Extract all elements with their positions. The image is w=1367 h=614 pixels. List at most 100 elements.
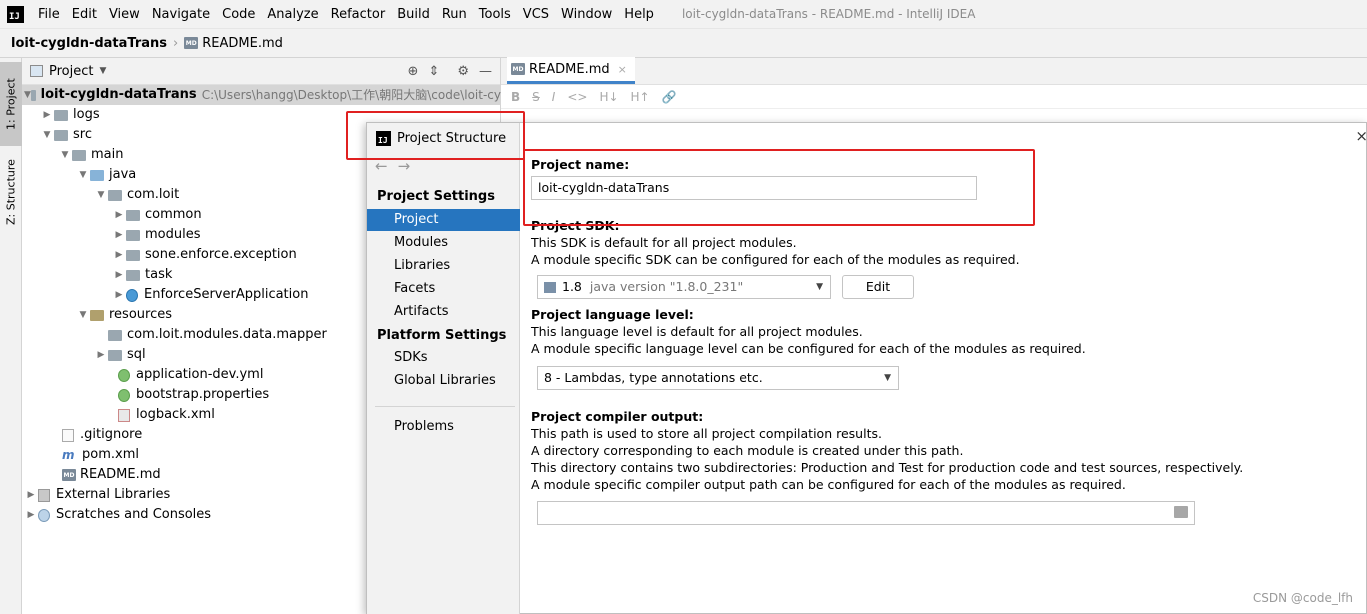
nav-item-global-libraries[interactable]: Global Libraries: [367, 370, 520, 392]
breadcrumb-project[interactable]: loit-cygldn-dataTrans: [11, 36, 167, 51]
strikethrough-icon[interactable]: S: [532, 90, 540, 104]
collapsed-arrow-icon[interactable]: ▶: [112, 205, 126, 225]
locate-icon[interactable]: ⊕: [408, 64, 419, 79]
nav-item-facets[interactable]: Facets: [367, 278, 520, 300]
tree-label: common: [145, 207, 202, 222]
nav-item-libraries[interactable]: Libraries: [367, 255, 520, 277]
expanded-arrow-icon[interactable]: ▼: [24, 85, 31, 105]
hide-panel-icon[interactable]: —: [479, 64, 492, 79]
tree-label: com.loit.modules.data.mapper: [127, 327, 327, 342]
compiler-output-field[interactable]: [537, 501, 1195, 525]
markdown-file-icon: MD: [62, 469, 76, 481]
tree-label: EnforceServerApplication: [144, 287, 309, 302]
nav-item-sdks[interactable]: SDKs: [367, 347, 520, 369]
package-icon: [126, 209, 140, 221]
project-view-icon: [30, 65, 43, 77]
dropdown-arrow-icon: ▼: [816, 282, 823, 292]
source-folder-icon: [90, 169, 104, 181]
link-icon[interactable]: 🔗: [662, 90, 677, 104]
sdk-select[interactable]: 1.8 java version "1.8.0_231" ▼: [537, 275, 831, 299]
sdk-description-1: This SDK is default for all project modu…: [531, 235, 797, 250]
collapsed-arrow-icon[interactable]: ▶: [24, 485, 38, 505]
tree-label: External Libraries: [56, 487, 171, 502]
tree-label: java: [109, 167, 137, 182]
menu-vcs[interactable]: VCS: [517, 0, 555, 29]
output-description-2: A directory corresponding to each module…: [531, 443, 964, 458]
menu-build[interactable]: Build: [391, 0, 436, 29]
tree-label: com.loit: [127, 187, 180, 202]
close-icon[interactable]: ×: [1355, 127, 1367, 145]
menu-edit[interactable]: Edit: [66, 0, 103, 29]
editor-tab-readme[interactable]: MD README.md ×: [507, 57, 635, 84]
italic-icon[interactable]: I: [552, 90, 556, 104]
nav-divider: [375, 406, 515, 407]
output-description-1: This path is used to store all project c…: [531, 426, 882, 441]
menu-file[interactable]: File: [32, 0, 66, 29]
browse-folder-icon[interactable]: [1174, 506, 1188, 518]
sdk-edit-button[interactable]: Edit: [842, 275, 914, 299]
collapsed-arrow-icon[interactable]: ▶: [40, 105, 54, 125]
header-up-icon[interactable]: H↑: [631, 90, 650, 104]
dialog-sidebar: IJ Project Structure ←→ Project Settings…: [367, 123, 520, 614]
breadcrumb-separator-icon: ›: [173, 35, 179, 51]
expanded-arrow-icon[interactable]: ▼: [94, 185, 108, 205]
code-icon[interactable]: <>: [567, 90, 587, 104]
language-description-1: This language level is default for all p…: [531, 324, 863, 339]
project-view-selector[interactable]: Project: [49, 64, 93, 79]
language-level-value: 8 - Lambdas, type annotations etc.: [544, 370, 763, 385]
collapsed-arrow-icon[interactable]: ▶: [24, 505, 38, 525]
tree-label: sone.enforce.exception: [145, 247, 297, 262]
tree-label: pom.xml: [82, 447, 139, 462]
bold-icon[interactable]: B: [511, 90, 520, 104]
menu-view[interactable]: View: [103, 0, 146, 29]
collapsed-arrow-icon[interactable]: ▶: [112, 245, 126, 265]
tree-row-root[interactable]: ▼ loit-cygldn-dataTrans C:\Users\hangg\D…: [22, 85, 501, 105]
expanded-arrow-icon[interactable]: ▼: [58, 145, 72, 165]
platform-settings-heading: Platform Settings: [377, 328, 507, 343]
project-path: C:\Users\hangg\Desktop\工作\朝阳大脑\code\loit…: [201, 88, 501, 102]
output-description-4: A module specific compiler output path c…: [531, 477, 1126, 492]
menu-bar: IJ File Edit View Navigate Code Analyze …: [0, 0, 1367, 29]
breadcrumb-file[interactable]: README.md: [202, 36, 283, 51]
menu-run[interactable]: Run: [436, 0, 473, 29]
sdk-version: java version "1.8.0_231": [589, 279, 744, 294]
expanded-arrow-icon[interactable]: ▼: [76, 165, 90, 185]
tool-tab-project[interactable]: 1: Project: [0, 62, 22, 146]
intellij-logo-icon: IJ: [7, 5, 24, 23]
header-down-icon[interactable]: H↓: [599, 90, 618, 104]
menu-navigate[interactable]: Navigate: [146, 0, 216, 29]
tool-tab-structure[interactable]: Z: Structure: [0, 150, 22, 234]
tree-label: resources: [109, 307, 173, 322]
language-description-2: A module specific language level can be …: [531, 341, 1086, 356]
gear-icon[interactable]: ⚙: [457, 64, 469, 79]
tree-label: Scratches and Consoles: [56, 507, 212, 522]
close-icon[interactable]: ×: [618, 63, 627, 76]
menu-code[interactable]: Code: [216, 0, 261, 29]
language-level-select[interactable]: 8 - Lambdas, type annotations etc. ▼: [537, 366, 899, 390]
expanded-arrow-icon[interactable]: ▼: [76, 305, 90, 325]
menu-tools[interactable]: Tools: [473, 0, 517, 29]
folder-icon: [54, 109, 68, 121]
menu-refactor[interactable]: Refactor: [325, 0, 392, 29]
nav-item-problems[interactable]: Problems: [367, 416, 520, 438]
expanded-arrow-icon[interactable]: ▼: [40, 125, 54, 145]
markdown-file-icon: MD: [184, 37, 199, 49]
collapsed-arrow-icon[interactable]: ▶: [112, 265, 126, 285]
menu-window[interactable]: Window: [555, 0, 618, 29]
markdown-toolbar: B S I <> H↓ H↑ 🔗: [501, 85, 1367, 109]
menu-help[interactable]: Help: [618, 0, 660, 29]
chevron-down-icon[interactable]: ▼: [99, 66, 106, 76]
collapsed-arrow-icon[interactable]: ▶: [112, 225, 126, 245]
collapsed-arrow-icon[interactable]: ▶: [112, 285, 126, 305]
tree-label: logback.xml: [136, 407, 215, 422]
nav-item-artifacts[interactable]: Artifacts: [367, 301, 520, 323]
tree-label: bootstrap.properties: [136, 387, 270, 402]
class-icon: [126, 288, 138, 302]
menu-analyze[interactable]: Analyze: [261, 0, 324, 29]
nav-item-modules[interactable]: Modules: [367, 232, 520, 254]
nav-item-project[interactable]: Project: [367, 209, 520, 231]
collapsed-arrow-icon[interactable]: ▶: [94, 345, 108, 365]
highlight-box-project-name: [523, 149, 1035, 226]
collapse-all-icon[interactable]: ⇕: [428, 64, 439, 79]
tree-label: logs: [73, 107, 100, 122]
